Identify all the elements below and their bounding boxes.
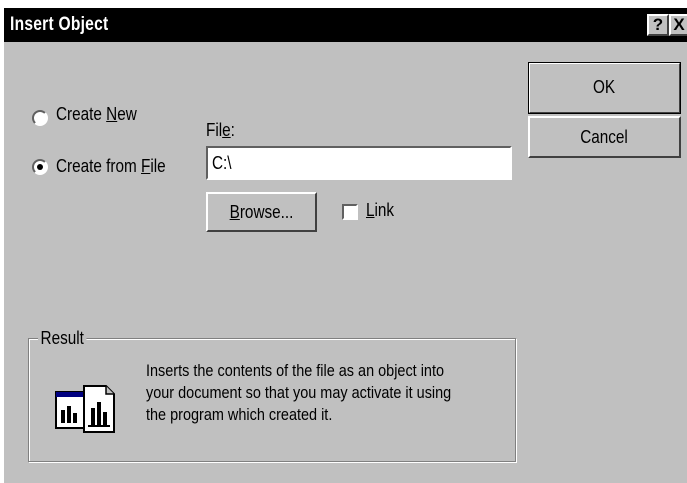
insert-object-dialog: Insert Object ? X Create New Create from…: [4, 8, 687, 483]
link-checkbox[interactable]: [342, 204, 358, 220]
close-button[interactable]: X: [669, 14, 687, 36]
insert-file-object-icon: [55, 385, 115, 433]
browse-button[interactable]: Browse...: [206, 192, 317, 232]
create-new-radio[interactable]: [32, 110, 48, 126]
create-new-label[interactable]: Create New: [56, 104, 137, 125]
link-label[interactable]: Link: [366, 200, 394, 221]
file-label: File:: [206, 120, 235, 140]
file-path-input[interactable]: C:\: [206, 146, 512, 180]
ok-button[interactable]: OK: [528, 62, 681, 114]
result-description: Inserts the contents of the file as an o…: [146, 361, 452, 424]
title-bar: Insert Object ? X: [4, 8, 687, 42]
cancel-button[interactable]: Cancel: [528, 116, 681, 158]
dialog-title: Insert Object: [10, 14, 109, 35]
result-label: Result: [38, 328, 87, 349]
help-button[interactable]: ?: [647, 14, 669, 36]
create-from-file-label[interactable]: Create from File: [56, 156, 166, 177]
create-from-file-radio[interactable]: [32, 159, 48, 175]
